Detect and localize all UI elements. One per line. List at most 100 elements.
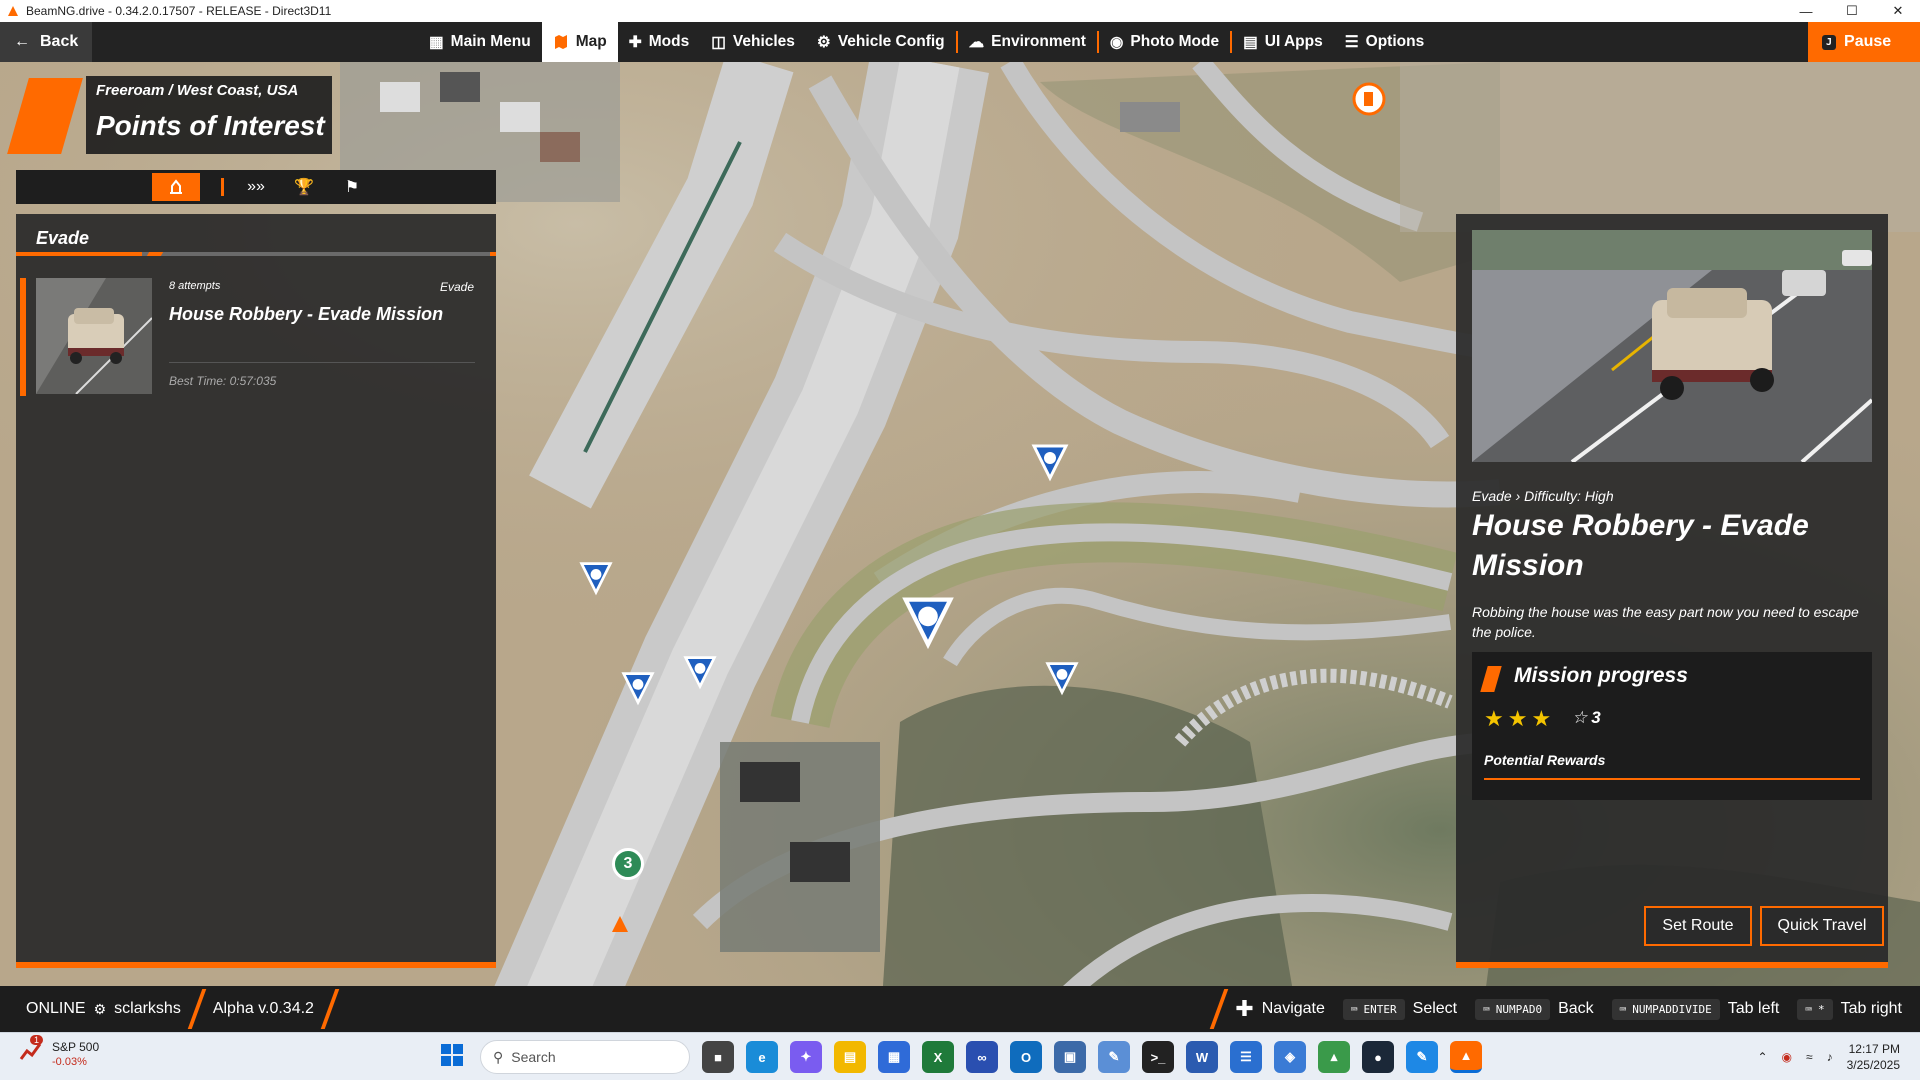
nav-photo-mode[interactable]: ◉ Photo Mode — [1099, 22, 1230, 62]
page-title: Points of Interest — [96, 110, 325, 141]
nav-environment[interactable]: ☁ Environment — [958, 22, 1097, 62]
star-total-value: 3 — [1591, 708, 1601, 727]
nav-ui-apps[interactable]: ▤ UI Apps — [1232, 22, 1334, 62]
set-route-button[interactable]: Set Route — [1644, 906, 1752, 946]
chevrons-icon: »» — [247, 178, 265, 195]
notepad-icon[interactable]: ✎ — [1098, 1041, 1130, 1073]
tab-missions[interactable] — [152, 173, 200, 201]
mission-detail-panel: Evade › Difficulty: High House Robbery -… — [1456, 214, 1888, 966]
python-icon[interactable]: ◈ — [1274, 1041, 1306, 1073]
tab-chevrons[interactable]: »» — [232, 173, 280, 201]
maximize-button[interactable]: ☐ — [1830, 0, 1874, 22]
status-bar: ONLINE ⚙ sclarkshs Alpha v.0.34.2 ✚ Navi… — [0, 986, 1920, 1032]
outlook-icon[interactable]: O — [1010, 1041, 1042, 1073]
trophy-icon: 🏆 — [294, 179, 314, 196]
nav-label: Map — [575, 33, 607, 50]
task-view-icon[interactable]: ■ — [702, 1041, 734, 1073]
list-item[interactable]: 8 attempts Evade House Robbery - Evade M… — [20, 278, 486, 396]
nav-label: Vehicles — [732, 33, 795, 50]
notes-icon[interactable]: ☰ — [1230, 1041, 1262, 1073]
car-icon: ◫ — [711, 33, 726, 51]
stock-change: -0.03% — [52, 1055, 87, 1068]
tab-trophies[interactable]: 🏆 — [280, 173, 328, 201]
copilot-icon[interactable]: ✦ — [790, 1041, 822, 1073]
hint-tab-left: Tab left — [1727, 1000, 1780, 1017]
waypoint-marker[interactable]: 3 — [612, 848, 644, 880]
meta-separator: › — [1515, 488, 1521, 504]
route-flag-icon: ⚑ — [344, 179, 360, 196]
keyboard-icon: ⌨ — [1350, 1002, 1358, 1016]
beamng-app-icon — [8, 6, 18, 16]
close-button[interactable]: ✕ — [1876, 0, 1920, 22]
star-icon: ★ — [1531, 706, 1552, 731]
beamng-taskbar-icon[interactable]: ▲ — [1450, 1041, 1482, 1073]
mission-progress-box: Mission progress ★ ★ ★ ☆ 3 Potential Rew… — [1472, 652, 1872, 800]
nav-options[interactable]: ☰ Options — [1334, 22, 1435, 62]
clock-time: 12:17 PM — [1848, 1042, 1900, 1056]
steam-app-icon[interactable]: ● — [1362, 1041, 1394, 1073]
window-titlebar: BeamNG.drive - 0.34.2.0.17507 - RELEASE … — [0, 0, 1920, 22]
taskbar-search[interactable]: ⚲ Search — [480, 1040, 690, 1074]
slash-divider — [320, 989, 340, 1029]
arrow-left-icon: ← — [14, 33, 30, 50]
volume-icon[interactable]: ♪ — [1827, 1050, 1833, 1064]
chart-app-icon[interactable]: ▴ — [1318, 1041, 1350, 1073]
pause-button[interactable]: J Pause — [1808, 22, 1920, 62]
star-icon: ★ — [1484, 706, 1504, 731]
selected-accent — [20, 278, 26, 396]
best-time: Best Time: 0:57:035 — [169, 374, 277, 388]
excel-icon[interactable]: X — [922, 1041, 954, 1073]
star-icon: ★ — [1507, 706, 1528, 731]
nav-vehicle-config[interactable]: ⚙ Vehicle Config — [806, 22, 956, 62]
search-icon: ⚲ — [493, 1048, 504, 1065]
chevron-up-icon[interactable]: ⌃ — [1757, 1050, 1767, 1064]
meta-difficulty: Difficulty: High — [1524, 488, 1614, 504]
apps-icon: ▤ — [1243, 33, 1258, 51]
file-explorer-icon[interactable]: ▤ — [834, 1041, 866, 1073]
store-icon[interactable]: ▦ — [878, 1041, 910, 1073]
key-label: ENTER — [1363, 1002, 1397, 1016]
word-icon[interactable]: W — [1186, 1041, 1218, 1073]
taskbar-apps: ■ e ✦ ▤ ▦ X ∞ O ▣ ✎ >_ W ☰ ◈ ▴ ● ✎ ▲ — [702, 1041, 1482, 1073]
minimize-button[interactable]: — — [1784, 0, 1828, 22]
mission-list-panel: Evade 8 attempts Evade House Robbery - E… — [16, 214, 496, 966]
keycap-multiply: ⌨ * — [1797, 998, 1833, 1020]
nav-label: Mods — [648, 33, 690, 50]
clock-date: 3/25/2025 — [1846, 1058, 1900, 1072]
windows-start-icon[interactable] — [440, 1043, 464, 1067]
mission-description: Robbing the house was the easy part now … — [1472, 604, 1859, 640]
mission-title: House Robbery - Evade Mission — [169, 304, 444, 324]
player-arrow-icon — [612, 916, 628, 932]
nav-mods[interactable]: ✚ Mods — [618, 22, 700, 62]
remote-desktop-icon[interactable]: ▣ — [1054, 1041, 1086, 1073]
mission-marker-icon — [683, 656, 717, 690]
editor-icon[interactable]: ✎ — [1406, 1041, 1438, 1073]
card-divider — [169, 362, 475, 363]
fuel-icon — [1352, 82, 1386, 116]
windows-taskbar: 1 S&P 500 -0.03% ⚲ Search ■ e ✦ ▤ ▦ X ∞ … — [0, 1032, 1920, 1080]
nav-vehicles[interactable]: ◫ Vehicles — [700, 22, 806, 62]
nav-main-menu[interactable]: ▦ Main Menu — [418, 22, 542, 62]
key-label: NUMPADDIVIDE — [1632, 1002, 1712, 1016]
keyboard-icon: ⌨ — [1619, 1002, 1627, 1016]
clock[interactable]: 12:17 PM 3/25/2025 — [1847, 1041, 1900, 1073]
edge-icon[interactable]: e — [746, 1041, 778, 1073]
back-button[interactable]: ← Back — [0, 22, 92, 62]
wifi-icon[interactable]: ≈ — [1806, 1050, 1813, 1064]
mission-thumbnail — [36, 278, 152, 394]
nav-label: Main Menu — [450, 33, 531, 50]
nav-map[interactable]: Map — [541, 22, 618, 62]
mission-marker-icon — [1045, 662, 1079, 696]
rewards-divider — [1484, 778, 1860, 780]
visual-studio-icon[interactable]: ∞ — [966, 1041, 998, 1073]
stock-widget[interactable]: 1 S&P 500 -0.03% — [18, 1035, 99, 1070]
section-underline — [16, 252, 496, 256]
quick-travel-button[interactable]: Quick Travel — [1760, 906, 1884, 946]
security-icon[interactable]: ◉ — [1782, 1050, 1792, 1064]
terminal-icon[interactable]: >_ — [1142, 1041, 1174, 1073]
tab-route[interactable]: ⚑ — [328, 173, 376, 201]
nav-label: Vehicle Config — [837, 33, 945, 50]
nav-label: Options — [1365, 33, 1425, 50]
mission-detail-title: House Robbery - Evade Mission — [1472, 509, 1809, 582]
mission-marker-icon — [902, 597, 954, 650]
